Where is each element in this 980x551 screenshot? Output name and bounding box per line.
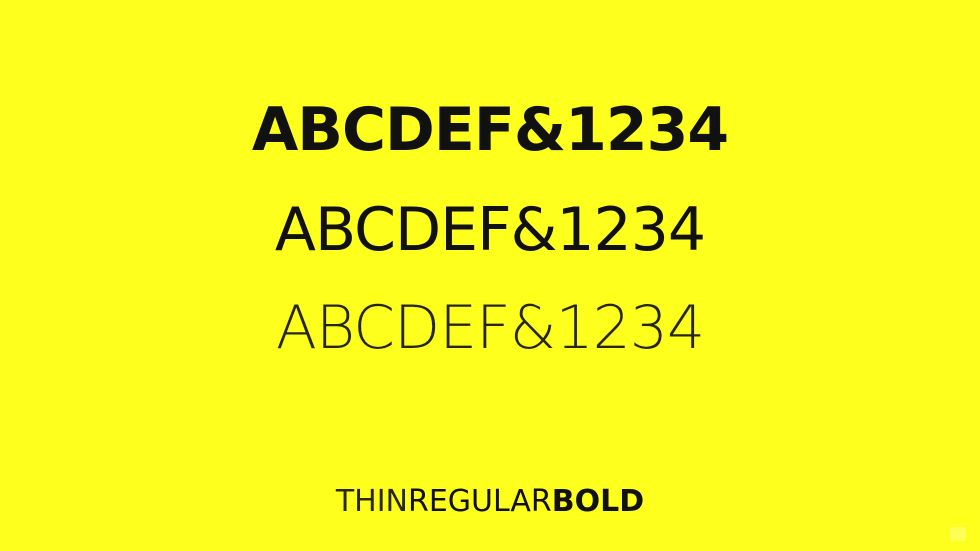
corner-watermark-icon	[950, 527, 966, 541]
legend-regular: REGULAR	[408, 484, 552, 519]
specimen-thin-text: ABCDEF&1234	[275, 293, 705, 363]
weight-legend: THINREGULARBOLD	[0, 487, 980, 517]
specimen-thin-line: ABCDEF&1234	[0, 298, 980, 358]
legend-thin: THIN	[335, 484, 408, 519]
specimen-bold-line: ABCDEF&1234	[251, 95, 729, 165]
legend-bold: BOLD	[551, 484, 645, 519]
specimen-regular-line: ABCDEF&1234	[274, 195, 706, 265]
